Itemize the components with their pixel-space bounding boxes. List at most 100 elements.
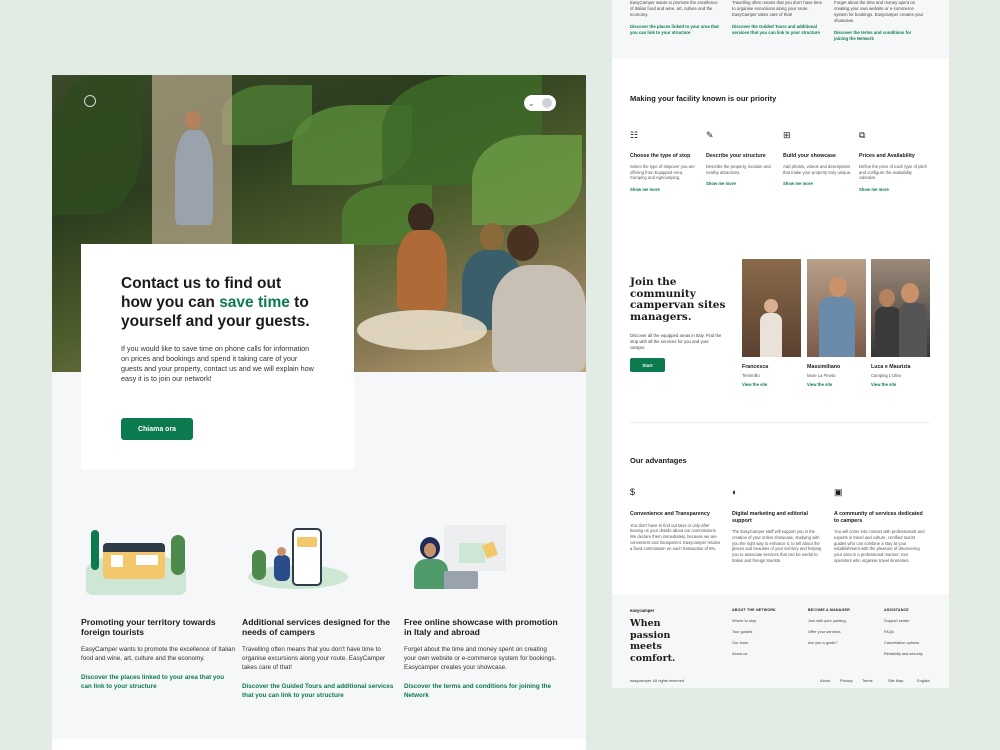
step-title: Describe your structure <box>706 153 766 159</box>
step-title: Build your showcase <box>783 153 836 159</box>
feature-link[interactable]: Discover the places linked to your area … <box>81 673 236 691</box>
landing-page-left: ⌄ Contact us to find out how you can sav… <box>52 75 586 750</box>
footer-link[interactable]: Where to stop <box>732 618 792 623</box>
show-more-link[interactable]: Show me more <box>859 187 929 192</box>
footer-column-manager: BECOME A MANAGER Join with your parking … <box>808 608 868 645</box>
chevron-down-icon: ⌄ <box>527 98 535 108</box>
view-site-link[interactable]: View the site <box>871 382 930 387</box>
footer-privacy-link[interactable]: Privacy <box>840 678 853 683</box>
feature-showcase: Free online showcase with promotion in I… <box>404 525 559 700</box>
footer-about-link[interactable]: About <box>820 678 830 683</box>
step-title: Prices and Availability <box>859 153 915 159</box>
manager-card: Massimiliano Mare La Pineta View the sit… <box>807 259 866 387</box>
advantage-title: Digital marketing and editorial support <box>732 511 808 524</box>
manager-photo <box>871 259 930 357</box>
feature-title: Promoting your territory towards foreign… <box>81 617 216 637</box>
join-text: Discover all the equipped areas in Italy… <box>630 333 722 350</box>
advantage-text: You don't have to find out later or only… <box>630 522 721 551</box>
footer-link[interactable]: Join with your parking <box>808 618 868 623</box>
logo-icon[interactable] <box>84 95 96 107</box>
feature-text: EasyCamper wants to promote the excellen… <box>81 646 236 662</box>
step-text: Select the type of stopover you are offe… <box>630 164 695 180</box>
marketing-icon: ◐ <box>732 487 738 497</box>
footer-bottom-bar: easycamper. All rights reserved About Pr… <box>630 678 930 683</box>
footer-link[interactable]: Our tours <box>732 640 792 645</box>
step-text: Define the price of each type of pitch a… <box>859 164 927 180</box>
footer-link[interactable]: FAQs <box>884 629 944 634</box>
grid-icon: ⊞ <box>783 130 791 140</box>
manager-name: Massimiliano <box>807 364 841 370</box>
show-more-link[interactable]: Show me more <box>783 181 853 186</box>
next-section-edge <box>52 739 586 750</box>
divider <box>630 422 930 423</box>
footer: easycamper When passion meets comfort. A… <box>612 594 949 688</box>
manager-location: Mare La Pineta <box>807 373 836 378</box>
feature-title: Free online showcase with promotion in I… <box>404 617 558 637</box>
advantage-community: ▣ A community of services dedicated to c… <box>834 487 926 564</box>
step-describe: ✎ Describe your structure Describe the p… <box>706 130 776 186</box>
features-strip: EasyCamper wants to promote the excellen… <box>612 0 949 58</box>
camper-icon: ▣ <box>834 487 843 497</box>
footer-link[interactable]: Reliability and security <box>884 651 944 656</box>
footer-link[interactable]: Are you a guide? <box>808 640 868 645</box>
user-menu[interactable]: ⌄ <box>524 95 556 111</box>
manager-location: Terminillo <box>742 373 760 378</box>
laptop-woman-illustration <box>404 525 559 597</box>
manager-photo <box>742 259 801 357</box>
footer-link[interactable]: Cancellation options <box>884 640 944 645</box>
step-prices: ⧉ Prices and Availability Define the pri… <box>859 130 929 192</box>
step-title: Choose the type of stop <box>630 153 691 159</box>
footer-link[interactable]: About us <box>732 651 792 656</box>
footer-heading: BECOME A MANAGER <box>808 608 850 612</box>
footer-brand[interactable]: easycamper <box>630 608 654 613</box>
footer-link[interactable]: Tour guided <box>732 629 792 634</box>
feature-text: Forget about the time and money spent on… <box>404 646 557 671</box>
view-site-link[interactable]: View the site <box>742 382 801 387</box>
feature-link[interactable]: Discover the terms and conditions for jo… <box>404 682 559 700</box>
phone-camper-illustration <box>242 525 397 597</box>
footer-link[interactable]: Support center <box>884 618 944 623</box>
advantages-heading: Our advantages <box>630 456 687 465</box>
advantage-title: A community of services dedicated to cam… <box>834 511 923 524</box>
show-more-link[interactable]: Show me more <box>706 181 776 186</box>
start-button[interactable]: Start <box>630 358 665 372</box>
manager-photo <box>807 259 866 357</box>
top-column-link[interactable]: Discover the Guided Tours and additional… <box>732 24 824 36</box>
advantage-title: Convenience and Transparency <box>630 511 710 517</box>
price-tag-icon: ⧉ <box>859 130 866 140</box>
footer-slogan: When passion meets comfort. <box>630 618 676 664</box>
footer-terms-link[interactable]: Terms <box>862 678 873 683</box>
top-column-link[interactable]: Discover the places linked to your area … <box>630 24 722 36</box>
step-type-of-stop: ☷ Choose the type of stop Select the typ… <box>630 130 700 192</box>
footer-sitemap-link[interactable]: Site Map <box>888 678 903 683</box>
step-text: Describe the property, location and near… <box>706 164 771 175</box>
top-column: Forget about the time and money spent on… <box>834 0 926 42</box>
language-selector[interactable]: English <box>917 678 930 683</box>
manager-name: Francesca <box>742 364 769 370</box>
manager-card: Francesca Terminillo View the site <box>742 259 801 387</box>
advantage-marketing: ◐ Digital marketing and editorial suppor… <box>732 487 824 564</box>
manager-card: Luca e Maurizia Camping L'Ulivo View the… <box>871 259 930 387</box>
edit-icon: ✎ <box>706 130 714 140</box>
top-column-link[interactable]: Discover the terms and conditions for jo… <box>834 30 926 42</box>
feature-services: Additional services designed for the nee… <box>242 525 397 700</box>
step-text: Add photos, videos and descriptions that… <box>783 164 852 175</box>
view-site-link[interactable]: View the site <box>807 382 866 387</box>
show-more-link[interactable]: Show me more <box>630 187 700 192</box>
advantage-text: The EasyCamper staff will support you in… <box>732 529 822 563</box>
call-now-button[interactable]: Chiama ora <box>121 418 193 440</box>
money-icon: $ <box>630 487 636 497</box>
advantage-transparency: $ Convenience and Transparency You don't… <box>630 487 722 551</box>
copyright: easycamper. All rights reserved <box>630 678 685 683</box>
feature-link[interactable]: Discover the Guided Tours and additional… <box>242 682 397 700</box>
step-showcase: ⊞ Build your showcase Add photos, videos… <box>783 130 853 186</box>
manager-name: Luca e Maurizia <box>871 364 911 370</box>
join-title: Join the community campervan sites manag… <box>630 276 726 323</box>
footer-heading: ASSISTANCE <box>884 608 909 612</box>
manager-location: Camping L'Ulivo <box>871 373 902 378</box>
footer-link[interactable]: Offer your services <box>808 629 868 634</box>
list-icon: ☷ <box>630 130 639 140</box>
camper-van-illustration <box>81 525 236 597</box>
contact-title: Contact us to find out how you can save … <box>121 275 310 330</box>
landing-page-right: EasyCamper wants to promote the excellen… <box>612 0 949 688</box>
